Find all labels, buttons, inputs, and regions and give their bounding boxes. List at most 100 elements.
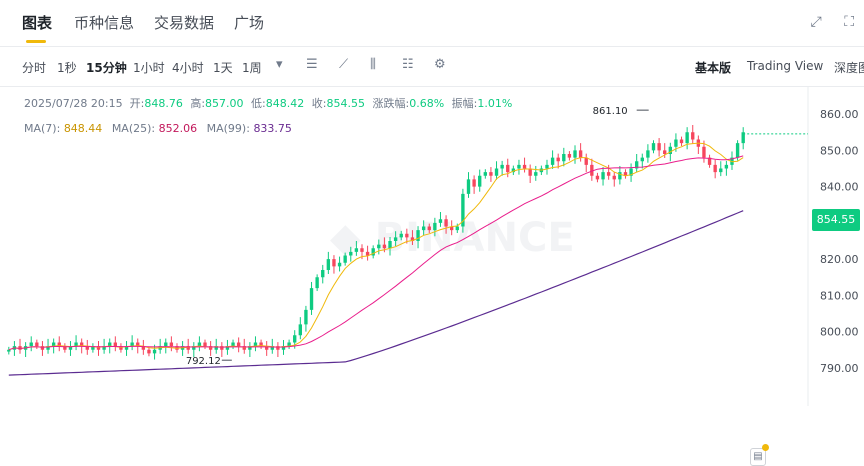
candle-body bbox=[545, 164, 549, 169]
candle-body bbox=[113, 342, 117, 347]
low-annotation: 792.12 bbox=[186, 356, 221, 367]
candle-body bbox=[713, 164, 717, 173]
candle-body bbox=[29, 342, 33, 347]
y-tick-label: 860.00 bbox=[820, 108, 859, 121]
candle-body bbox=[438, 219, 443, 223]
candle-body bbox=[416, 230, 420, 241]
interval-1s[interactable]: 1秒 bbox=[57, 59, 77, 76]
candle-body bbox=[421, 226, 426, 231]
view-depth[interactable]: 深度图 bbox=[834, 59, 864, 76]
y-tick-label: 800.00 bbox=[820, 326, 859, 339]
candle-body bbox=[147, 349, 151, 354]
candle-body bbox=[444, 219, 448, 227]
candle-body bbox=[483, 172, 487, 176]
tab-trade-data[interactable]: 交易数据 bbox=[154, 12, 214, 33]
high-annotation: 861.10 bbox=[593, 106, 628, 117]
candle-body bbox=[236, 342, 241, 347]
candle-body bbox=[152, 349, 157, 354]
candle-body bbox=[584, 157, 588, 165]
candle-body bbox=[562, 154, 566, 162]
candle-body bbox=[405, 233, 409, 238]
top-tab-bar: 图表 币种信息 交易数据 广场 ⤢ ⛶ bbox=[0, 0, 864, 47]
candle-body bbox=[293, 335, 297, 343]
candle-body bbox=[640, 157, 644, 162]
candle-body bbox=[506, 164, 510, 173]
indicator-icon[interactable]: ☰ bbox=[306, 57, 318, 72]
candle-body bbox=[349, 251, 353, 256]
interval-1d[interactable]: 1天 bbox=[213, 59, 233, 76]
candle-body bbox=[315, 277, 319, 289]
interval-15m[interactable]: 15分钟 bbox=[86, 59, 127, 76]
candle-body bbox=[595, 175, 600, 180]
candle-body bbox=[685, 132, 689, 144]
y-tick-label: 820.00 bbox=[820, 253, 859, 266]
candle-body bbox=[326, 259, 331, 270]
tab-square[interactable]: 广场 bbox=[234, 12, 264, 33]
candle-body bbox=[735, 143, 740, 158]
gear-icon[interactable]: ⚙ bbox=[434, 57, 446, 72]
candle-body bbox=[606, 172, 611, 176]
tab-coin-info[interactable]: 币种信息 bbox=[74, 12, 134, 33]
expand-icon[interactable]: ⤢ bbox=[811, 14, 822, 30]
tab-chart[interactable]: 图表 bbox=[22, 12, 52, 33]
candle-body bbox=[674, 139, 678, 147]
last-price-tag: 854.55 bbox=[812, 209, 860, 231]
candle-body bbox=[298, 324, 302, 336]
interval-1h[interactable]: 1小时 bbox=[133, 59, 165, 76]
candle-body bbox=[354, 248, 359, 252]
candle-body bbox=[393, 237, 398, 241]
interval-1w[interactable]: 1周 bbox=[242, 59, 262, 76]
draw-line-icon[interactable]: ⟋ bbox=[339, 57, 348, 72]
candle-body bbox=[388, 241, 392, 249]
y-tick-label: 840.00 bbox=[820, 181, 859, 194]
candle-body bbox=[573, 150, 577, 158]
view-tradingview[interactable]: Trading View bbox=[747, 59, 823, 73]
candle-body bbox=[377, 244, 381, 249]
candle-body bbox=[724, 164, 729, 169]
chevron-down-icon[interactable]: ▾ bbox=[276, 57, 283, 72]
candle-body bbox=[35, 342, 39, 347]
candle-body bbox=[108, 342, 112, 347]
fullscreen-icon[interactable]: ⛶ bbox=[844, 14, 854, 30]
candle-body bbox=[601, 172, 605, 180]
candle-body bbox=[304, 309, 308, 325]
y-tick-label: 850.00 bbox=[820, 144, 859, 157]
candle-body bbox=[651, 143, 656, 151]
candle-body bbox=[489, 172, 493, 176]
candle-body bbox=[197, 342, 202, 347]
candle-body bbox=[550, 157, 555, 165]
candle-body bbox=[691, 132, 695, 140]
candle-body bbox=[427, 226, 431, 231]
interval-tick[interactable]: 分时 bbox=[22, 59, 46, 76]
candle-body bbox=[321, 270, 325, 278]
candle-body bbox=[231, 342, 235, 347]
candle-body bbox=[657, 143, 661, 151]
layout-icon[interactable]: ☷ bbox=[402, 57, 414, 72]
window-controls: ⤢ ⛶ bbox=[793, 14, 854, 30]
notification-dot bbox=[762, 444, 769, 451]
candle-body bbox=[466, 179, 471, 194]
candle-type-icon[interactable]: ⫼ bbox=[370, 57, 376, 72]
candle-body bbox=[337, 262, 342, 267]
y-tick-label: 790.00 bbox=[820, 362, 859, 375]
candle-body bbox=[399, 233, 403, 238]
view-basic[interactable]: 基本版 bbox=[695, 59, 731, 76]
active-tab-indicator bbox=[26, 40, 46, 43]
candle-body bbox=[517, 164, 521, 169]
candle-body bbox=[494, 168, 499, 176]
candle-body bbox=[612, 175, 616, 180]
chart-area[interactable]: 2025/07/28 20:15 开:848.76 高:857.00 低:848… bbox=[0, 86, 864, 466]
candlestick-chart[interactable]: 860.00850.00840.00830.00820.00810.00800.… bbox=[0, 86, 864, 406]
candle-body bbox=[679, 139, 684, 144]
chart-toolbar: 分时 1秒 15分钟 1小时 4小时 1天 1周 ▾ ☰ ⟋ ⫼ ☷ ⚙ 基本版… bbox=[0, 48, 864, 87]
candle-body bbox=[433, 222, 437, 231]
candle-body bbox=[646, 150, 650, 158]
candle-body bbox=[360, 248, 364, 252]
candle-body bbox=[478, 175, 482, 187]
candle-body bbox=[556, 157, 560, 162]
candle-body bbox=[332, 259, 336, 267]
interval-4h[interactable]: 4小时 bbox=[172, 59, 204, 76]
candle-body bbox=[578, 150, 583, 158]
candle-body bbox=[343, 255, 347, 263]
candle-body bbox=[534, 172, 538, 176]
